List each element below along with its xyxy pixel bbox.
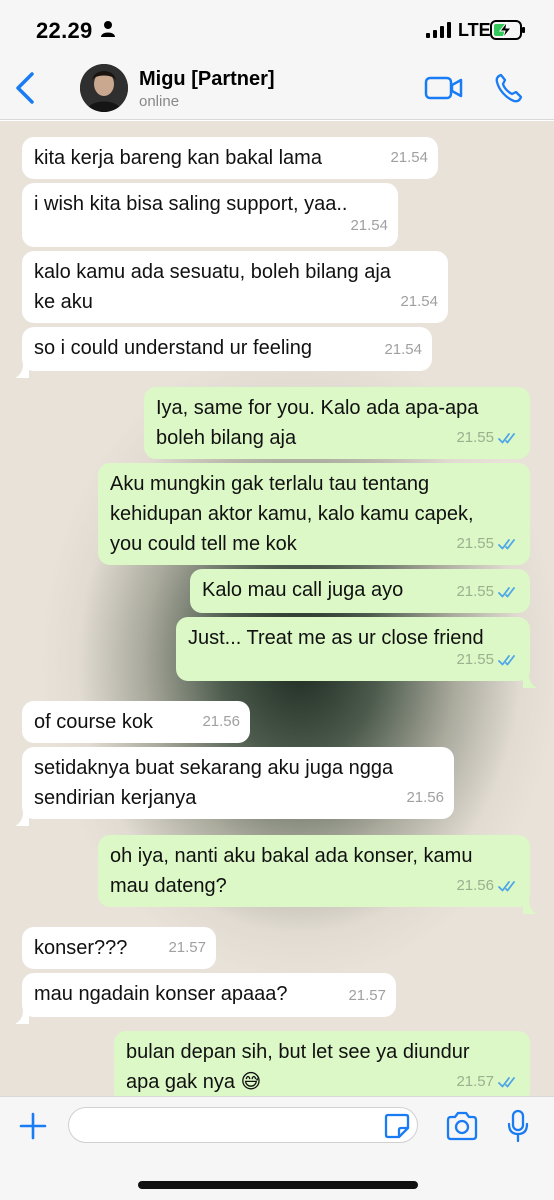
bubble-tail (523, 893, 537, 914)
message-text: kehidupan aktor kamu, kalo kamu capek, (110, 503, 474, 525)
sticker-button[interactable] (384, 1113, 410, 1139)
message-meta: 21.55 (456, 423, 520, 453)
outgoing-message[interactable]: Just... Treat me as ur close friend 21.55 (176, 617, 537, 688)
message-text: i wish kita bisa saling support, yaa.. (34, 193, 348, 215)
message-time: 21.54 (350, 217, 388, 234)
outgoing-message[interactable]: oh iya, nanti aku bakal ada konser, kamu… (98, 835, 537, 914)
message-text: oh iya, nanti aku bakal ada konser, kamu (110, 845, 473, 867)
contact-name[interactable]: Migu [Partner] (139, 68, 275, 91)
camera-icon (446, 1111, 478, 1141)
camera-button[interactable] (445, 1111, 479, 1141)
message-meta: 21.56 (406, 783, 444, 813)
read-ticks-icon (498, 879, 520, 893)
message-time: 21.55 (456, 583, 494, 600)
message-input[interactable] (68, 1107, 418, 1143)
message-time: 21.56 (456, 877, 494, 894)
message-text: Iya, same for you. Kalo ada apa-apa (156, 397, 479, 419)
bubble-tail (15, 357, 29, 378)
read-ticks-icon (498, 585, 520, 599)
incoming-message[interactable]: i wish kita bisa saling support, yaa.. 21… (22, 183, 398, 247)
message-time: 21.54 (384, 341, 422, 358)
incoming-message[interactable]: kita kerja bareng kan bakal lama 21.54 (22, 137, 438, 179)
bubble-tail (523, 1089, 537, 1096)
read-ticks-icon (498, 431, 520, 445)
message-text: mau ngadain konser apaaa? (34, 983, 288, 1005)
video-call-button[interactable] (424, 74, 464, 102)
status-bar: 22.29 LTE (0, 0, 554, 56)
incoming-message[interactable]: of course kok 21.56 (22, 701, 250, 743)
signal-icon (426, 22, 452, 43)
incoming-message[interactable]: kalo kamu ada sesuatu, boleh bilang aja k… (22, 251, 448, 323)
battery-charging-icon (490, 20, 526, 45)
message-meta: 21.57 (168, 933, 206, 963)
incoming-message[interactable]: mau ngadain konser apaaa? 21.57 (15, 973, 396, 1024)
read-ticks-icon (498, 653, 520, 667)
message-text: kita kerja bareng kan bakal lama (34, 147, 322, 169)
message-time: 21.55 (456, 651, 494, 668)
status-time: 22.29 (36, 18, 93, 43)
message-text: sendirian kerjanya (34, 787, 197, 809)
video-camera-icon (424, 76, 463, 100)
phone-icon (495, 73, 523, 103)
message-time: 21.57 (348, 987, 386, 1004)
read-ticks-icon (498, 1075, 520, 1089)
outgoing-message[interactable]: bulan depan sih, but let see ya diundur a… (114, 1031, 530, 1096)
message-text: setidaknya buat sekarang aku juga ngga (34, 757, 394, 779)
attach-button[interactable] (18, 1111, 48, 1141)
message-meta: 21.54 (400, 287, 438, 317)
message-meta: 21.54 (350, 211, 388, 241)
bubble-tail (15, 1003, 29, 1024)
message-text: bulan depan sih, but let see ya diundur (126, 1041, 470, 1063)
person-icon (100, 20, 116, 43)
network-label: LTE (458, 20, 491, 40)
avatar[interactable] (80, 64, 128, 112)
incoming-message[interactable]: setidaknya buat sekarang aku juga ngga se… (15, 747, 454, 826)
microphone-button[interactable] (506, 1109, 530, 1143)
bubble-tail (15, 805, 29, 826)
incoming-message[interactable]: konser??? 21.57 (22, 927, 216, 969)
message-meta: 21.55 (456, 577, 520, 607)
message-meta: 21.54 (384, 335, 422, 365)
message-text: ke aku (34, 291, 93, 313)
chat-header: Migu [Partner] online (0, 56, 554, 120)
message-meta: 21.56 (202, 707, 240, 737)
message-time: 21.56 (406, 789, 444, 806)
message-text: so i could understand ur feeling (34, 337, 312, 359)
sticker-icon (384, 1113, 410, 1139)
message-meta: 21.54 (390, 143, 428, 173)
message-meta: 21.57 (348, 981, 386, 1011)
message-text: Aku mungkin gak terlalu tau tentang (110, 473, 430, 495)
microphone-icon (507, 1109, 529, 1143)
voice-call-button[interactable] (494, 72, 524, 104)
outgoing-message[interactable]: Iya, same for you. Kalo ada apa-apa boleh… (144, 387, 530, 459)
message-time: 21.56 (202, 713, 240, 730)
outgoing-message[interactable]: Aku mungkin gak terlalu tau tentang kehid… (98, 463, 530, 565)
message-time: 21.55 (456, 535, 494, 552)
message-text: kalo kamu ada sesuatu, boleh bilang aja (34, 261, 391, 283)
read-ticks-icon (498, 537, 520, 551)
bubble-tail (523, 667, 537, 688)
message-meta: 21.57 (456, 1067, 520, 1096)
chevron-left-icon (16, 72, 34, 104)
chat-area[interactable]: kita kerja bareng kan bakal lama 21.54 i w… (0, 121, 554, 1096)
message-meta: 21.55 (456, 529, 520, 559)
message-time: 21.55 (456, 429, 494, 446)
outgoing-message[interactable]: Kalo mau call juga ayo 21.55 (190, 569, 530, 613)
input-bar (0, 1096, 554, 1200)
back-button[interactable] (12, 70, 42, 106)
incoming-message[interactable]: so i could understand ur feeling 21.54 (15, 327, 432, 378)
plus-icon (19, 1112, 47, 1140)
message-time: 21.54 (390, 149, 428, 166)
message-meta: 21.55 (456, 645, 520, 675)
home-indicator (138, 1181, 418, 1189)
message-time: 21.54 (400, 293, 438, 310)
message-time: 21.57 (168, 939, 206, 956)
message-meta: 21.56 (456, 871, 520, 901)
contact-status: online (139, 93, 180, 110)
message-time: 21.57 (456, 1073, 494, 1090)
